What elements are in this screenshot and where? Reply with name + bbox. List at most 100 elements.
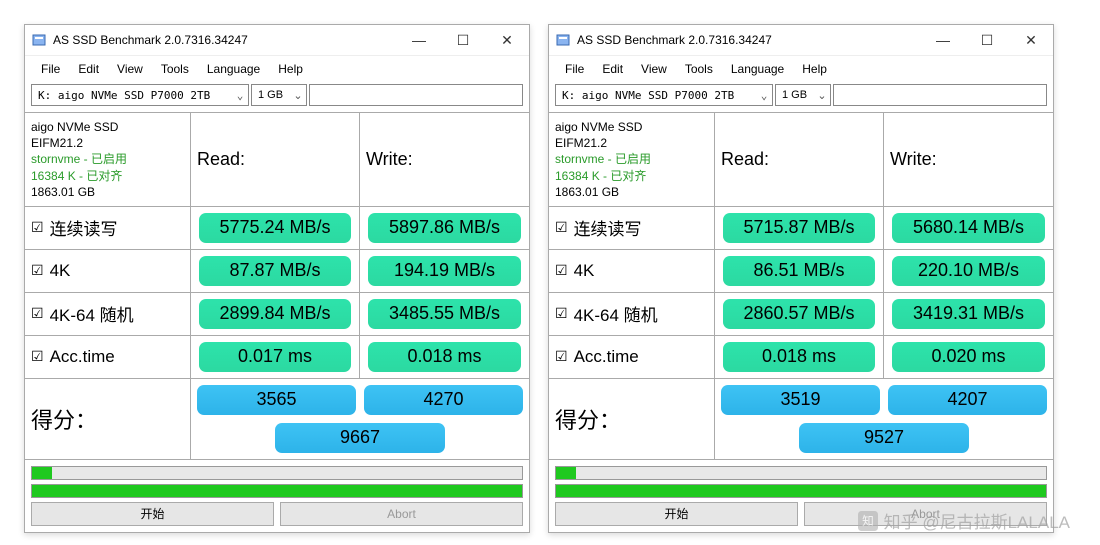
score-write: 4270 [364, 385, 523, 415]
toolbar: K: aigo NVMe SSD P7000 2TB ⌄ 1 GB ⌄ [549, 82, 1053, 112]
chevron-down-icon[interactable]: ⌄ [756, 89, 772, 102]
seq-write-value: 5897.86 MB/s [368, 213, 521, 243]
checkbox-icon[interactable]: ☑ [555, 305, 568, 322]
chevron-down-icon[interactable]: ⌄ [814, 89, 830, 102]
4k-read-value: 87.87 MB/s [199, 256, 351, 286]
close-button[interactable]: ✕ [485, 25, 529, 55]
header-write: Write: [884, 113, 1053, 207]
header-read: Read: [715, 113, 884, 207]
titlebar[interactable]: AS SSD Benchmark 2.0.7316.34247 — ☐ ✕ [549, 25, 1053, 56]
header-read: Read: [191, 113, 360, 207]
checkbox-icon[interactable]: ☑ [555, 262, 568, 279]
checkbox-icon[interactable]: ☑ [31, 348, 44, 365]
progress-total [31, 484, 523, 498]
watermark: 知 知乎 @尼古拉斯LALALA [858, 508, 1070, 533]
drive-align: 16384 K - 已对齐 [31, 168, 184, 184]
menu-tools[interactable]: Tools [153, 60, 197, 78]
acc-write-value: 0.020 ms [892, 342, 1045, 372]
menu-help[interactable]: Help [794, 60, 835, 78]
seq-write-value: 5680.14 MB/s [892, 213, 1045, 243]
menubar: File Edit View Tools Language Help [549, 56, 1053, 82]
4k64-read-value: 2899.84 MB/s [199, 299, 351, 329]
minimize-button[interactable]: — [397, 25, 441, 55]
minimize-button[interactable]: — [921, 25, 965, 55]
text-field[interactable] [309, 84, 523, 106]
size-select-label: 1 GB [776, 89, 814, 101]
score-read: 3519 [721, 385, 880, 415]
score-total: 9667 [275, 423, 445, 453]
checkbox-icon[interactable]: ☑ [31, 219, 44, 236]
drive-align: 16384 K - 已对齐 [555, 168, 708, 184]
menu-file[interactable]: File [33, 60, 68, 78]
seq-write-cell: 5897.86 MB/s [360, 207, 529, 250]
menu-view[interactable]: View [109, 60, 151, 78]
app-icon [555, 32, 571, 48]
score-total: 9527 [799, 423, 969, 453]
score-area: 3519 4207 9527 [715, 379, 1053, 459]
drive-select[interactable]: K: aigo NVMe SSD P7000 2TB ⌄ [555, 84, 773, 106]
chevron-down-icon[interactable]: ⌄ [232, 89, 248, 102]
menu-language[interactable]: Language [723, 60, 792, 78]
score-read: 3565 [197, 385, 356, 415]
checkbox-icon[interactable]: ☑ [555, 219, 568, 236]
row-seq: ☑连续读写 [25, 207, 191, 250]
menubar: File Edit View Tools Language Help [25, 56, 529, 82]
maximize-button[interactable]: ☐ [441, 25, 485, 55]
score-area: 3565 4270 9667 [191, 379, 529, 459]
4k-write-value: 220.10 MB/s [892, 256, 1045, 286]
close-button[interactable]: ✕ [1009, 25, 1053, 55]
row-acc: ☑Acc.time [25, 336, 191, 379]
menu-tools[interactable]: Tools [677, 60, 721, 78]
drive-name: aigo NVMe SSD [31, 119, 184, 135]
size-select[interactable]: 1 GB ⌄ [251, 84, 307, 106]
header-write: Write: [360, 113, 529, 207]
results-grid: aigo NVMe SSD EIFM21.2 stornvme - 已启用 16… [25, 112, 529, 460]
row-4k64: ☑4K-64 随机 [549, 293, 715, 336]
4k64-write-value: 3419.31 MB/s [892, 299, 1045, 329]
menu-language[interactable]: Language [199, 60, 268, 78]
acc-write-value: 0.018 ms [368, 342, 521, 372]
row-4k: ☑4K [549, 250, 715, 293]
maximize-button[interactable]: ☐ [965, 25, 1009, 55]
menu-help[interactable]: Help [270, 60, 311, 78]
chevron-down-icon[interactable]: ⌄ [290, 89, 306, 102]
size-select-label: 1 GB [252, 89, 290, 101]
checkbox-icon[interactable]: ☑ [31, 305, 44, 322]
window-title: AS SSD Benchmark 2.0.7316.34247 [577, 33, 921, 47]
menu-file[interactable]: File [557, 60, 592, 78]
4k-read-value: 86.51 MB/s [723, 256, 875, 286]
window-title: AS SSD Benchmark 2.0.7316.34247 [53, 33, 397, 47]
checkbox-icon[interactable]: ☑ [555, 348, 568, 365]
menu-edit[interactable]: Edit [70, 60, 107, 78]
start-button[interactable]: 开始 [555, 502, 798, 526]
drive-capacity: 1863.01 GB [555, 184, 708, 200]
row-4k: ☑4K [25, 250, 191, 293]
acc-read-value: 0.017 ms [199, 342, 351, 372]
checkbox-icon[interactable]: ☑ [31, 262, 44, 279]
progress-area: 开始 Abort [25, 460, 529, 532]
seq-read-value: 5775.24 MB/s [199, 213, 351, 243]
toolbar: K: aigo NVMe SSD P7000 2TB ⌄ 1 GB ⌄ [25, 82, 529, 112]
seq-read-cell: 5775.24 MB/s [191, 207, 360, 250]
drive-firmware: EIFM21.2 [31, 135, 184, 151]
drive-driver: stornvme - 已启用 [31, 151, 184, 167]
score-label: 得分： [549, 379, 715, 459]
menu-edit[interactable]: Edit [594, 60, 631, 78]
benchmark-window-left: AS SSD Benchmark 2.0.7316.34247 — ☐ ✕ Fi… [24, 24, 530, 533]
zhihu-icon: 知 [858, 511, 878, 531]
titlebar[interactable]: AS SSD Benchmark 2.0.7316.34247 — ☐ ✕ [25, 25, 529, 56]
size-select[interactable]: 1 GB ⌄ [775, 84, 831, 106]
acc-read-value: 0.018 ms [723, 342, 875, 372]
4k-write-value: 194.19 MB/s [368, 256, 521, 286]
start-button[interactable]: 开始 [31, 502, 274, 526]
4k64-write-value: 3485.55 MB/s [368, 299, 521, 329]
drive-name: aigo NVMe SSD [555, 119, 708, 135]
app-icon [31, 32, 47, 48]
text-field[interactable] [833, 84, 1047, 106]
menu-view[interactable]: View [633, 60, 675, 78]
drive-info: aigo NVMe SSD EIFM21.2 stornvme - 已启用 16… [25, 113, 191, 207]
results-grid: aigo NVMe SSD EIFM21.2 stornvme - 已启用 16… [549, 112, 1053, 460]
score-label: 得分： [25, 379, 191, 459]
drive-select[interactable]: K: aigo NVMe SSD P7000 2TB ⌄ [31, 84, 249, 106]
svg-text:知: 知 [862, 514, 874, 528]
